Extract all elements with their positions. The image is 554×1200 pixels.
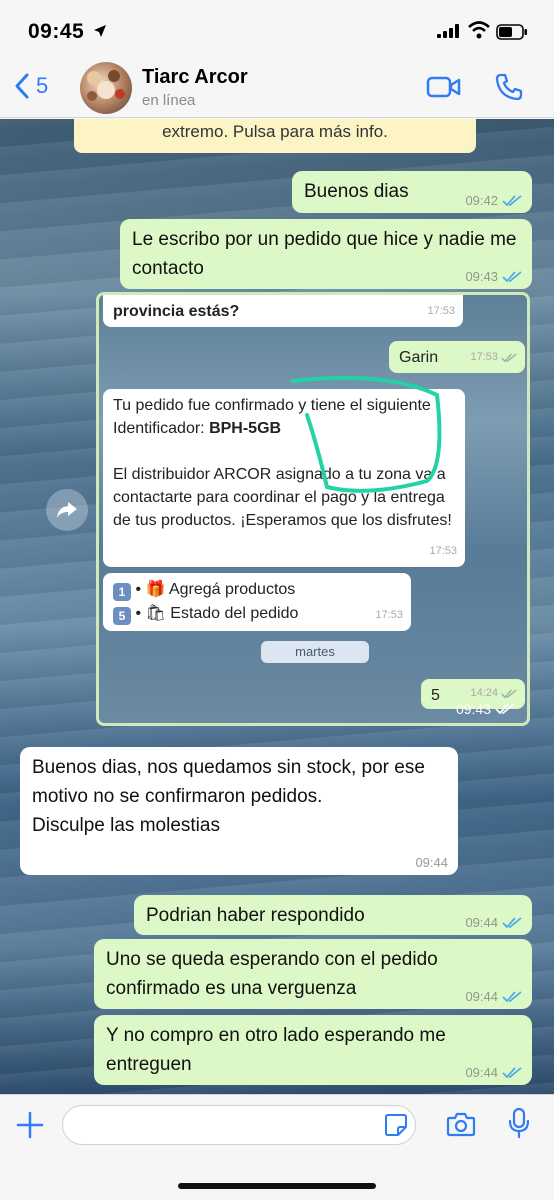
message-time: 09:43 [455,701,491,717]
menu-option: Agregá productos [168,581,296,598]
message-outgoing[interactable]: Buenos dias 09:42 [292,171,532,213]
message-incoming[interactable]: Buenos dias, nos quedamos sin stock, por… [20,747,458,875]
read-receipt-icon [502,917,522,929]
message-text: provincia estás? [113,303,240,320]
message-text: Buenos dias, nos quedamos sin stock, por… [32,757,425,836]
battery-icon [496,24,527,40]
menu-option: Estado del pedido [170,605,299,622]
composer-bar [0,1094,554,1200]
message-outgoing[interactable]: Y no compro en otro lado esperando me en… [94,1015,532,1085]
forward-button[interactable] [46,489,88,531]
contact-name[interactable]: Tiarc Arcor [142,66,248,89]
number-badge: 1 [113,583,131,601]
read-receipt-icon [502,271,522,283]
message-time: 17:53 [470,351,498,363]
message-time: 17:53 [427,305,455,317]
microphone-icon[interactable] [508,1107,530,1139]
read-receipt-icon [502,195,522,207]
clock: 09:45 [28,20,85,43]
status-bar: 09:45 [0,0,554,56]
screenshot-menu: 1 • 🎁 Agregá productos 5 • 🛍 Estado del … [103,573,411,631]
home-indicator[interactable] [178,1183,376,1189]
message-time: 09:43 [465,269,498,284]
message-time: 09:44 [465,989,498,1004]
unread-count: 5 [36,73,49,98]
message-time: 17:53 [429,545,457,557]
camera-icon[interactable] [446,1111,476,1137]
message-meta: 09:42 [465,194,522,208]
plus-icon[interactable] [16,1111,44,1139]
shopping-bag-icon: 🛍 [145,605,166,622]
screenshot-message: Garin 17:53 [389,341,525,373]
avatar[interactable] [80,62,132,114]
highlight-circle [291,376,442,493]
message-meta: 17:53 [470,346,517,369]
message-time: 09:42 [465,193,498,208]
day-separator: martes [261,641,369,663]
phone-call-icon[interactable] [494,72,524,102]
message-text: Garin [399,349,439,366]
chat-header: 5 Tiarc Arcor en línea [0,56,554,118]
back-button[interactable]: 5 [14,72,48,100]
screenshot-message: provincia estás? 17:53 [103,295,463,327]
message-meta: 09:44 [465,1066,522,1080]
message-meta: 09:43 [465,270,522,284]
forward-icon [57,502,77,518]
message-time: 09:44 [465,915,498,930]
message-text: Podrian haber respondido [146,905,365,926]
avatar-image-icon [87,70,125,101]
gift-icon: 🎁 [145,581,166,598]
chevron-left-icon [15,73,29,99]
image-message[interactable]: provincia estás? 17:53 Garin 17:53 Tu pe… [96,292,530,726]
cellular-signal-icon [437,24,459,38]
read-receipt-icon [502,1067,522,1079]
message-text: Uno se queda esperando con el pedido con… [106,949,438,999]
order-id: BPH-5GB [209,420,282,437]
message-text: Le escribo por un pedido que hice y nadi… [132,229,517,279]
message-text: Y no compro en otro lado esperando me en… [106,1025,446,1075]
encryption-notice[interactable]: extremo. Pulsa para más info. [74,119,476,153]
message-time: 09:44 [415,855,448,870]
read-receipt-icon [502,991,522,1003]
message-outgoing[interactable]: Podrian haber respondido 09:44 [134,895,532,935]
video-call-icon[interactable] [426,74,462,100]
message-text: Buenos dias [304,181,409,202]
number-badge: 5 [113,607,131,625]
location-arrow-icon [94,25,106,37]
message-text: 5 [431,687,440,704]
message-input[interactable] [62,1105,416,1145]
contact-status: en línea [142,92,196,109]
wifi-icon [468,21,490,39]
message-time: 17:53 [375,609,403,621]
message-outgoing[interactable]: Uno se queda esperando con el pedido con… [94,939,532,1009]
sticker-icon[interactable] [384,1113,408,1137]
message-time: 09:44 [465,1065,498,1080]
message-meta: 09:44 [465,990,522,1004]
message-meta: 09:44 [465,916,522,930]
chat-area[interactable]: extremo. Pulsa para más info. Buenos dia… [0,119,554,1094]
read-receipt-icon [495,703,515,715]
read-receipt-icon [501,688,517,698]
image-meta: 09:43 [456,701,515,717]
message-outgoing[interactable]: Le escribo por un pedido que hice y nadi… [120,219,532,289]
read-receipt-icon [501,352,517,362]
